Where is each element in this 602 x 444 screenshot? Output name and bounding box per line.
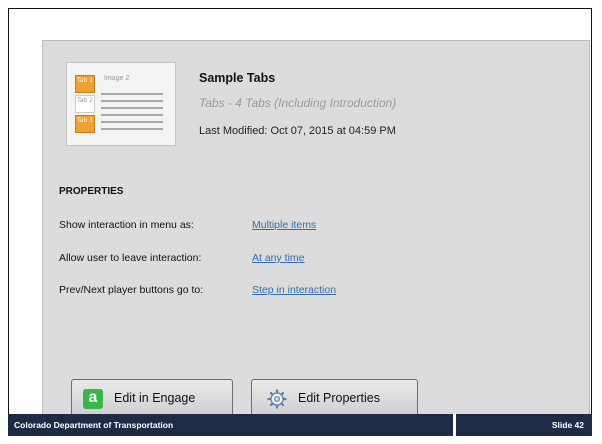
thumbnail-text-line	[101, 128, 163, 130]
thumbnail-tab-2: Tab 2	[75, 95, 95, 113]
property-link-menu[interactable]: Multiple items	[252, 219, 316, 231]
property-label-player-buttons: Prev/Next player buttons go to:	[59, 284, 204, 296]
thumbnail-text-line	[101, 93, 163, 95]
properties-heading: PROPERTIES	[59, 186, 124, 197]
edit-properties-button[interactable]: Edit Properties	[251, 379, 418, 417]
property-link-player-buttons[interactable]: Step in interaction	[252, 284, 336, 296]
slide-number: Slide 42	[551, 420, 584, 430]
property-label-leave: Allow user to leave interaction:	[59, 252, 202, 264]
thumbnail-tab-3: Tab 3	[75, 115, 95, 133]
thumbnail-image-label: Image 2	[104, 75, 130, 82]
thumbnail-text-line	[101, 121, 163, 123]
engage-logo-icon: a	[83, 389, 103, 409]
footer-organization: Colorado Department of Transportation	[14, 420, 174, 430]
interaction-title: Sample Tabs	[199, 71, 276, 85]
edit-properties-label: Edit Properties	[298, 391, 380, 405]
interaction-subtitle: Tabs - 4 Tabs (Including Introduction)	[199, 96, 397, 110]
edit-in-engage-button[interactable]: a Edit in Engage	[71, 379, 233, 417]
edit-in-engage-label: Edit in Engage	[114, 391, 196, 405]
interaction-panel: Tab 1 Tab 2 Tab 3 Image 2 Sample Tabs Ta…	[42, 40, 590, 422]
thumbnail-tab-1: Tab 1	[75, 75, 95, 93]
property-label-menu: Show interaction in menu as:	[59, 219, 194, 231]
thumbnail-text-line	[101, 114, 163, 116]
footer-divider	[453, 414, 456, 436]
last-modified: Last Modified: Oct 07, 2015 at 04:59 PM	[199, 125, 396, 137]
property-link-leave[interactable]: At any time	[252, 252, 305, 264]
slide-frame: Tab 1 Tab 2 Tab 3 Image 2 Sample Tabs Ta…	[8, 8, 592, 436]
slide-footer: Colorado Department of Transportation Sl…	[8, 414, 592, 436]
thumbnail-text-line	[101, 100, 163, 102]
gear-icon	[267, 389, 287, 409]
interaction-thumbnail: Tab 1 Tab 2 Tab 3 Image 2	[66, 62, 176, 146]
thumbnail-text-line	[101, 107, 163, 109]
